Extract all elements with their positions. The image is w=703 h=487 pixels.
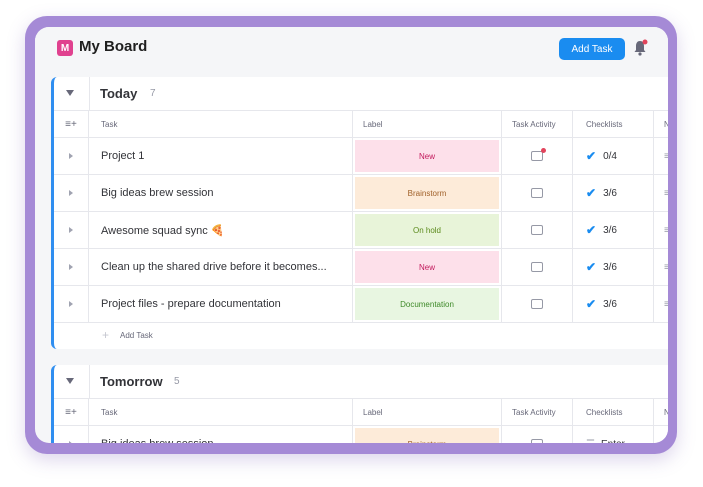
- task-name[interactable]: Project files - prepare documentation: [89, 286, 353, 322]
- column-header-activity[interactable]: Task Activity: [502, 399, 573, 425]
- plus-icon: +: [102, 328, 110, 342]
- checkmark-icon: ✔: [586, 149, 597, 163]
- expand-row-icon[interactable]: [69, 301, 73, 307]
- group-today: Today 7 ≡+ Task Label Task Activity Chec…: [51, 77, 668, 349]
- column-header-task[interactable]: Task: [89, 111, 353, 137]
- table-row[interactable]: Project 1New ✔ 0/4 ≡: [54, 138, 668, 175]
- task-name[interactable]: Big ideas brew session: [89, 175, 353, 211]
- list-icon: ☰: [586, 439, 595, 444]
- group-tomorrow: Tomorrow 5 ≡+ Task Label Task Activity C…: [51, 365, 668, 443]
- column-header-checklists[interactable]: Checklists: [573, 111, 654, 137]
- task-name[interactable]: Big ideas brew session: [89, 426, 353, 443]
- group-title: Today: [100, 86, 138, 101]
- page-title: My Board: [79, 38, 148, 55]
- checkmark-icon: ✔: [586, 260, 597, 274]
- group-title: Tomorrow: [100, 374, 163, 389]
- table-row[interactable]: Big ideas brew sessionBrainstorm ☰ Enter ≡: [54, 426, 668, 443]
- comment-icon[interactable]: [531, 225, 543, 235]
- menu-lines-icon: ≡: [664, 439, 668, 444]
- label-badge[interactable]: Brainstorm: [355, 177, 499, 209]
- column-settings-icon[interactable]: ≡+: [65, 119, 77, 130]
- checklist-progress[interactable]: 0/4: [603, 151, 617, 162]
- column-header-checklists[interactable]: Checklists: [573, 399, 654, 425]
- label-badge[interactable]: New: [355, 140, 499, 172]
- column-header-row: ≡+ Task Label Task Activity Checklists N: [54, 399, 668, 426]
- table-row[interactable]: Project files - prepare documentation Doc…: [54, 286, 668, 323]
- table-row[interactable]: Awesome squad sync 🍕On hold ✔ 3/6 ≡: [54, 212, 668, 249]
- comment-icon[interactable]: [531, 299, 543, 309]
- column-header-label[interactable]: Label: [353, 111, 502, 137]
- collapse-icon[interactable]: [66, 378, 74, 384]
- top-bar: M My Board Add Task: [35, 27, 668, 77]
- task-name[interactable]: Clean up the shared drive before it beco…: [89, 249, 353, 285]
- label-badge[interactable]: New: [355, 251, 499, 283]
- board-window: M My Board Add Task Today 7 ≡+ Task Labe…: [35, 27, 668, 443]
- comment-icon[interactable]: [531, 148, 546, 161]
- checkmark-icon: ✔: [586, 186, 597, 200]
- label-badge[interactable]: Documentation: [355, 288, 499, 320]
- column-header-next[interactable]: N: [654, 399, 668, 425]
- checklist-progress[interactable]: 3/6: [603, 299, 617, 310]
- expand-row-icon[interactable]: [69, 264, 73, 270]
- add-task-label: Add Task: [120, 331, 153, 340]
- task-name[interactable]: Awesome squad sync 🍕: [89, 212, 353, 248]
- label-badge[interactable]: On hold: [355, 214, 499, 246]
- checklist-progress[interactable]: Enter: [601, 439, 625, 444]
- expand-row-icon[interactable]: [69, 441, 73, 443]
- table-row[interactable]: Clean up the shared drive before it beco…: [54, 249, 668, 286]
- column-header-row: ≡+ Task Label Task Activity Checklists N: [54, 111, 668, 138]
- add-task-row[interactable]: + Add Task: [54, 323, 668, 349]
- menu-lines-icon: ≡: [664, 225, 668, 236]
- expand-row-icon[interactable]: [69, 227, 73, 233]
- menu-lines-icon: ≡: [664, 299, 668, 310]
- group-header: Tomorrow 5: [54, 365, 668, 399]
- checkmark-icon: ✔: [586, 297, 597, 311]
- menu-lines-icon: ≡: [664, 151, 668, 162]
- collapse-icon[interactable]: [66, 90, 74, 96]
- add-task-button[interactable]: Add Task: [559, 38, 625, 60]
- group-header: Today 7: [54, 77, 668, 111]
- task-name[interactable]: Project 1: [89, 138, 353, 174]
- checklist-progress[interactable]: 3/6: [603, 188, 617, 199]
- menu-lines-icon: ≡: [664, 188, 668, 199]
- board-logo: M: [57, 40, 73, 56]
- group-count: 7: [150, 88, 156, 99]
- column-settings-icon[interactable]: ≡+: [65, 407, 77, 418]
- expand-row-icon[interactable]: [69, 190, 73, 196]
- table-row[interactable]: Big ideas brew sessionBrainstorm ✔ 3/6 ≡: [54, 175, 668, 212]
- column-header-next[interactable]: N: [654, 111, 668, 137]
- column-header-label[interactable]: Label: [353, 399, 502, 425]
- comment-icon[interactable]: [531, 262, 543, 272]
- checklist-progress[interactable]: 3/6: [603, 262, 617, 273]
- expand-row-icon[interactable]: [69, 153, 73, 159]
- comment-icon[interactable]: [531, 188, 543, 198]
- column-header-activity[interactable]: Task Activity: [502, 111, 573, 137]
- bell-icon[interactable]: [632, 39, 648, 57]
- comment-icon[interactable]: [531, 439, 543, 443]
- group-count: 5: [174, 376, 180, 387]
- label-badge[interactable]: Brainstorm: [355, 428, 499, 443]
- checklist-progress[interactable]: 3/6: [603, 225, 617, 236]
- checkmark-icon: ✔: [586, 223, 597, 237]
- column-header-task[interactable]: Task: [89, 399, 353, 425]
- menu-lines-icon: ≡: [664, 262, 668, 273]
